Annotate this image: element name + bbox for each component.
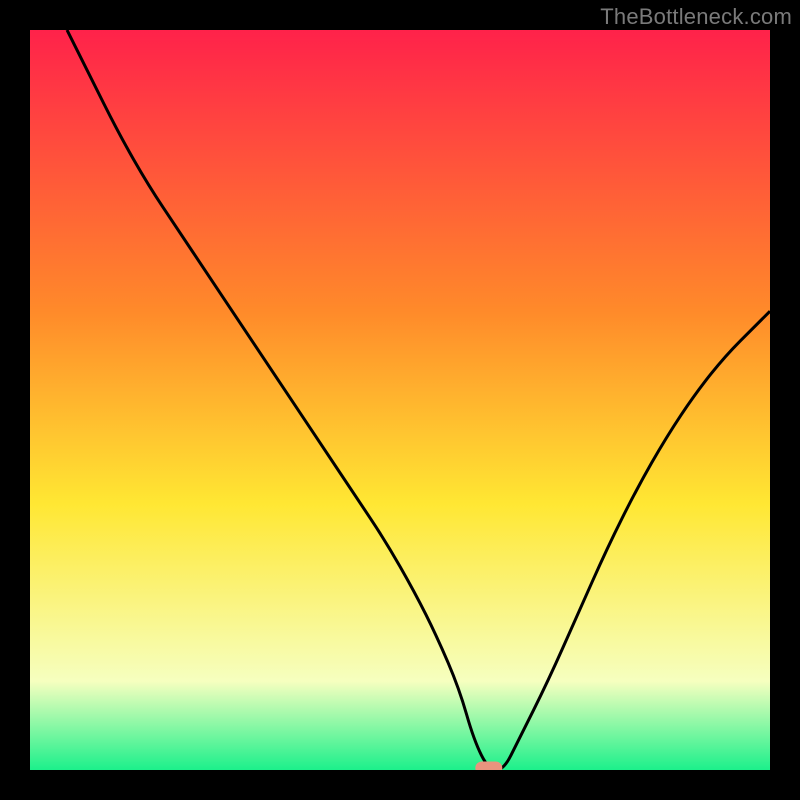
optimal-marker [476,762,502,770]
chart-svg [30,30,770,770]
watermark-text: TheBottleneck.com [600,4,792,30]
chart-frame: TheBottleneck.com [0,0,800,800]
bottleneck-chart [30,30,770,770]
gradient-background [30,30,770,770]
